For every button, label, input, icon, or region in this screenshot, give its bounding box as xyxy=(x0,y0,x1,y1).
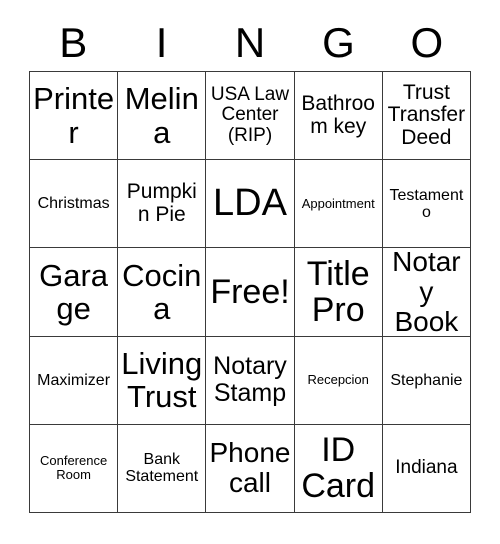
bingo-cell[interactable]: Maximizer xyxy=(30,336,119,425)
bingo-cell[interactable]: Living Trust xyxy=(118,336,207,425)
bingo-cell-label: Appointment xyxy=(301,195,375,211)
bingo-cell-label: Recepcion xyxy=(307,372,369,388)
bingo-cell-label: Pumpkin Pie xyxy=(126,180,197,226)
bingo-cell[interactable]: Christmas xyxy=(30,160,119,249)
bingo-cell[interactable]: Phone call xyxy=(206,424,295,513)
bingo-cell-label: Stephanie xyxy=(390,371,463,389)
bingo-cell[interactable]: Conference Room xyxy=(30,424,119,513)
header-letter-i: I xyxy=(155,19,168,66)
bingo-cell-label: Trust Transfer Deed xyxy=(387,80,466,149)
bingo-free-label: Free! xyxy=(210,272,290,311)
bingo-cell[interactable]: Appointment xyxy=(294,160,383,249)
bingo-cell-label: LDA xyxy=(213,182,287,225)
header-letter-n: N xyxy=(234,19,266,66)
bingo-cell-label: Garage xyxy=(39,257,109,326)
bingo-cell[interactable]: Trust Transfer Deed xyxy=(382,72,471,161)
bingo-cell-label: Printer xyxy=(33,81,115,150)
bingo-cell[interactable]: Notary Book xyxy=(382,248,471,337)
bingo-cell-label: Bank Statement xyxy=(125,451,199,486)
bingo-cell[interactable]: USA Law Center (RIP) xyxy=(206,72,295,161)
bingo-cell-free[interactable]: Free! xyxy=(206,248,295,337)
bingo-cell-label: Living Trust xyxy=(121,346,203,415)
bingo-cell-label: Title Pro xyxy=(306,254,370,329)
bingo-header: B I N G O xyxy=(29,18,471,68)
bingo-cell[interactable]: ID Card xyxy=(294,424,383,513)
bingo-grid: Printer Melina USA Law Center (RIP) Bath… xyxy=(29,71,471,513)
bingo-card: B I N G O Printer Melina USA Law Center … xyxy=(0,0,500,544)
bingo-cell-label: Bathroom key xyxy=(301,92,375,138)
bingo-cell-label: Maximizer xyxy=(37,371,111,389)
bingo-cell[interactable]: Bathroom key xyxy=(294,72,383,161)
bingo-cell[interactable]: Garage xyxy=(30,248,119,337)
bingo-cell-label: Conference Room xyxy=(39,453,108,483)
bingo-cell-label: USA Law Center (RIP) xyxy=(210,84,290,146)
bingo-cell-label: Cocina xyxy=(122,257,202,326)
bingo-cell[interactable]: LDA xyxy=(206,160,295,249)
bingo-cell-label: ID Card xyxy=(301,431,376,506)
bingo-cell-label: Melina xyxy=(124,81,199,150)
bingo-cell-label: Christmas xyxy=(37,195,110,213)
bingo-cell[interactable]: Pumpkin Pie xyxy=(118,160,207,249)
header-letter-o: O xyxy=(410,19,444,66)
bingo-cell[interactable]: Indiana xyxy=(382,424,471,513)
bingo-cell[interactable]: Testamento xyxy=(382,160,471,249)
bingo-cell[interactable]: Melina xyxy=(118,72,207,161)
header-letter-b: B xyxy=(59,19,88,66)
bingo-cell[interactable]: Notary Stamp xyxy=(206,336,295,425)
bingo-cell[interactable]: Title Pro xyxy=(294,248,383,337)
bingo-cell[interactable]: Cocina xyxy=(118,248,207,337)
bingo-cell[interactable]: Recepcion xyxy=(294,336,383,425)
bingo-cell-label: Notary Stamp xyxy=(213,352,287,408)
header-letter-g: G xyxy=(322,19,355,66)
bingo-cell-label: Indiana xyxy=(395,457,458,479)
bingo-cell[interactable]: Printer xyxy=(30,72,119,161)
bingo-cell[interactable]: Bank Statement xyxy=(118,424,207,513)
bingo-cell-label: Notary Book xyxy=(392,248,461,337)
bingo-cell[interactable]: Stephanie xyxy=(382,336,471,425)
bingo-cell-label: Phone call xyxy=(209,437,291,499)
bingo-cell-label: Testamento xyxy=(389,186,464,221)
